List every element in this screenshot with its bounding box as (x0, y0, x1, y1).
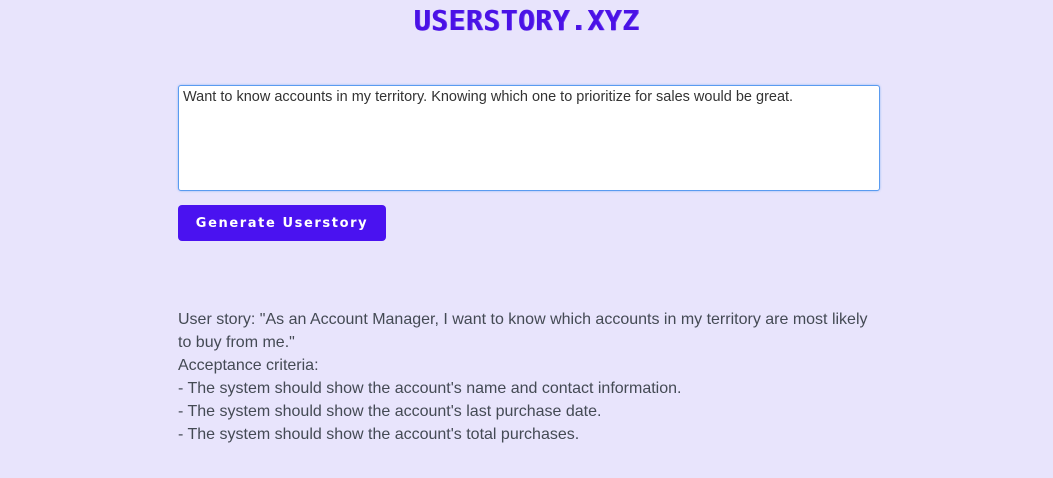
output-line: User story: "As an Account Manager, I wa… (178, 311, 868, 328)
generate-userstory-button[interactable]: Generate Userstory (178, 205, 386, 241)
output-line: Acceptance criteria: (178, 357, 319, 374)
output-line: to buy from me." (178, 334, 295, 351)
story-input[interactable]: Want to know accounts in my territory. K… (178, 85, 880, 191)
site-logo: USERSTORY.XYZ (413, 4, 640, 37)
output-line: - The system should show the account's t… (178, 426, 580, 443)
output-line: - The system should show the account's l… (178, 403, 602, 420)
output-line: - The system should show the account's n… (178, 380, 682, 397)
generated-userstory-output: User story: "As an Account Manager, I wa… (178, 308, 888, 446)
